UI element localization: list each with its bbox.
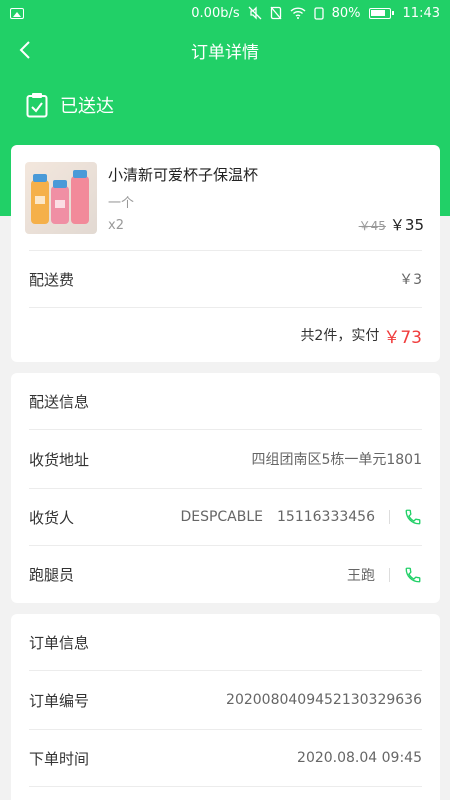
battery-icon [368, 7, 394, 19]
delivery-info-header: 配送信息 [29, 373, 422, 429]
product-price: ￥45 ￥35 [359, 214, 424, 235]
order-number-label: 订单编号 [29, 691, 90, 710]
order-status-label: 已送达 [60, 96, 114, 117]
mute-icon [248, 6, 262, 20]
address-label: 收货地址 [29, 450, 90, 469]
battery-percent: 80% [331, 5, 361, 21]
no-sim-icon [270, 6, 282, 20]
phone-call-icon[interactable] [404, 508, 422, 526]
address-value: 四组团南区5栋一单元1801 [251, 452, 422, 468]
current-price: ￥35 [389, 216, 424, 234]
order-info-card: 订单信息 订单编号 202008040945213032963​6 下单时间 2… [11, 614, 440, 800]
original-price: ￥45 [358, 219, 386, 233]
nav-bar: 订单详情 [0, 26, 450, 74]
delivery-fee-row: 配送费 ￥3 [29, 251, 422, 307]
net-speed: 0.00b/s [191, 5, 240, 21]
page-title: 订单详情 [191, 42, 259, 63]
order-number-value: 202008040945213032963​6 [226, 692, 422, 708]
product-item[interactable]: 小清新可爱杯子保温杯 一个 x2 ￥45 ￥35 [25, 162, 426, 250]
wifi-icon [290, 7, 306, 19]
status-bar: 0.00b/s 80% 11:43 [0, 0, 450, 26]
total-row: 共2件，实付 ￥73 [29, 308, 422, 362]
receiver-label: 收货人 [29, 508, 75, 527]
separator [389, 510, 390, 524]
total-amount: ￥73 [383, 327, 422, 348]
product-spec: 一个 [108, 196, 135, 211]
order-time-label: 下单时间 [29, 749, 90, 768]
gallery-notification-icon [10, 7, 24, 19]
delivery-fee-label: 配送费 [29, 270, 75, 289]
sim-icon [313, 6, 324, 20]
product-image [25, 162, 97, 234]
order-number-row: 订单编号 202008040945213032963​6 [29, 671, 422, 729]
order-time-value: 2020.08.04 09:45 [297, 750, 422, 766]
receiver-name: DESPCABLE [180, 509, 264, 525]
back-arrow-icon[interactable] [14, 38, 38, 62]
product-quantity: x2 [108, 218, 124, 233]
runner-name: 王跑 [347, 567, 375, 584]
address-row: 收货地址 四组团南区5栋一单元1801 [29, 430, 422, 488]
order-info-title: 订单信息 [29, 633, 90, 652]
delivery-info-title: 配送信息 [29, 392, 90, 411]
phone-call-icon[interactable] [404, 566, 422, 584]
order-status: 已送达 [26, 92, 114, 118]
runner-row: 跑腿员 王跑 [29, 546, 422, 603]
product-card: 小清新可爱杯子保温杯 一个 x2 ￥45 ￥35 配送费 ￥3 共2件，实付 ￥7… [11, 145, 440, 362]
clock: 11:43 [402, 5, 440, 21]
order-time-row: 下单时间 2020.08.04 09:45 [29, 730, 422, 786]
receiver-row: 收货人 DESPCABLE 15116333456 [29, 489, 422, 545]
delivery-fee-value: ￥3 [399, 272, 422, 288]
separator [389, 567, 390, 582]
clipboard-check-icon [26, 93, 48, 118]
delivery-info-card: 配送信息 收货地址 四组团南区5栋一单元1801 收货人 DESPCABLE 1… [11, 373, 440, 603]
receiver-phone: 15116333456 [277, 509, 375, 525]
divider [29, 786, 422, 787]
product-name: 小清新可爱杯子保温杯 [108, 166, 259, 184]
order-info-header: 订单信息 [29, 614, 422, 670]
runner-label: 跑腿员 [29, 566, 75, 584]
total-prefix: 共2件，实付 [300, 328, 380, 344]
